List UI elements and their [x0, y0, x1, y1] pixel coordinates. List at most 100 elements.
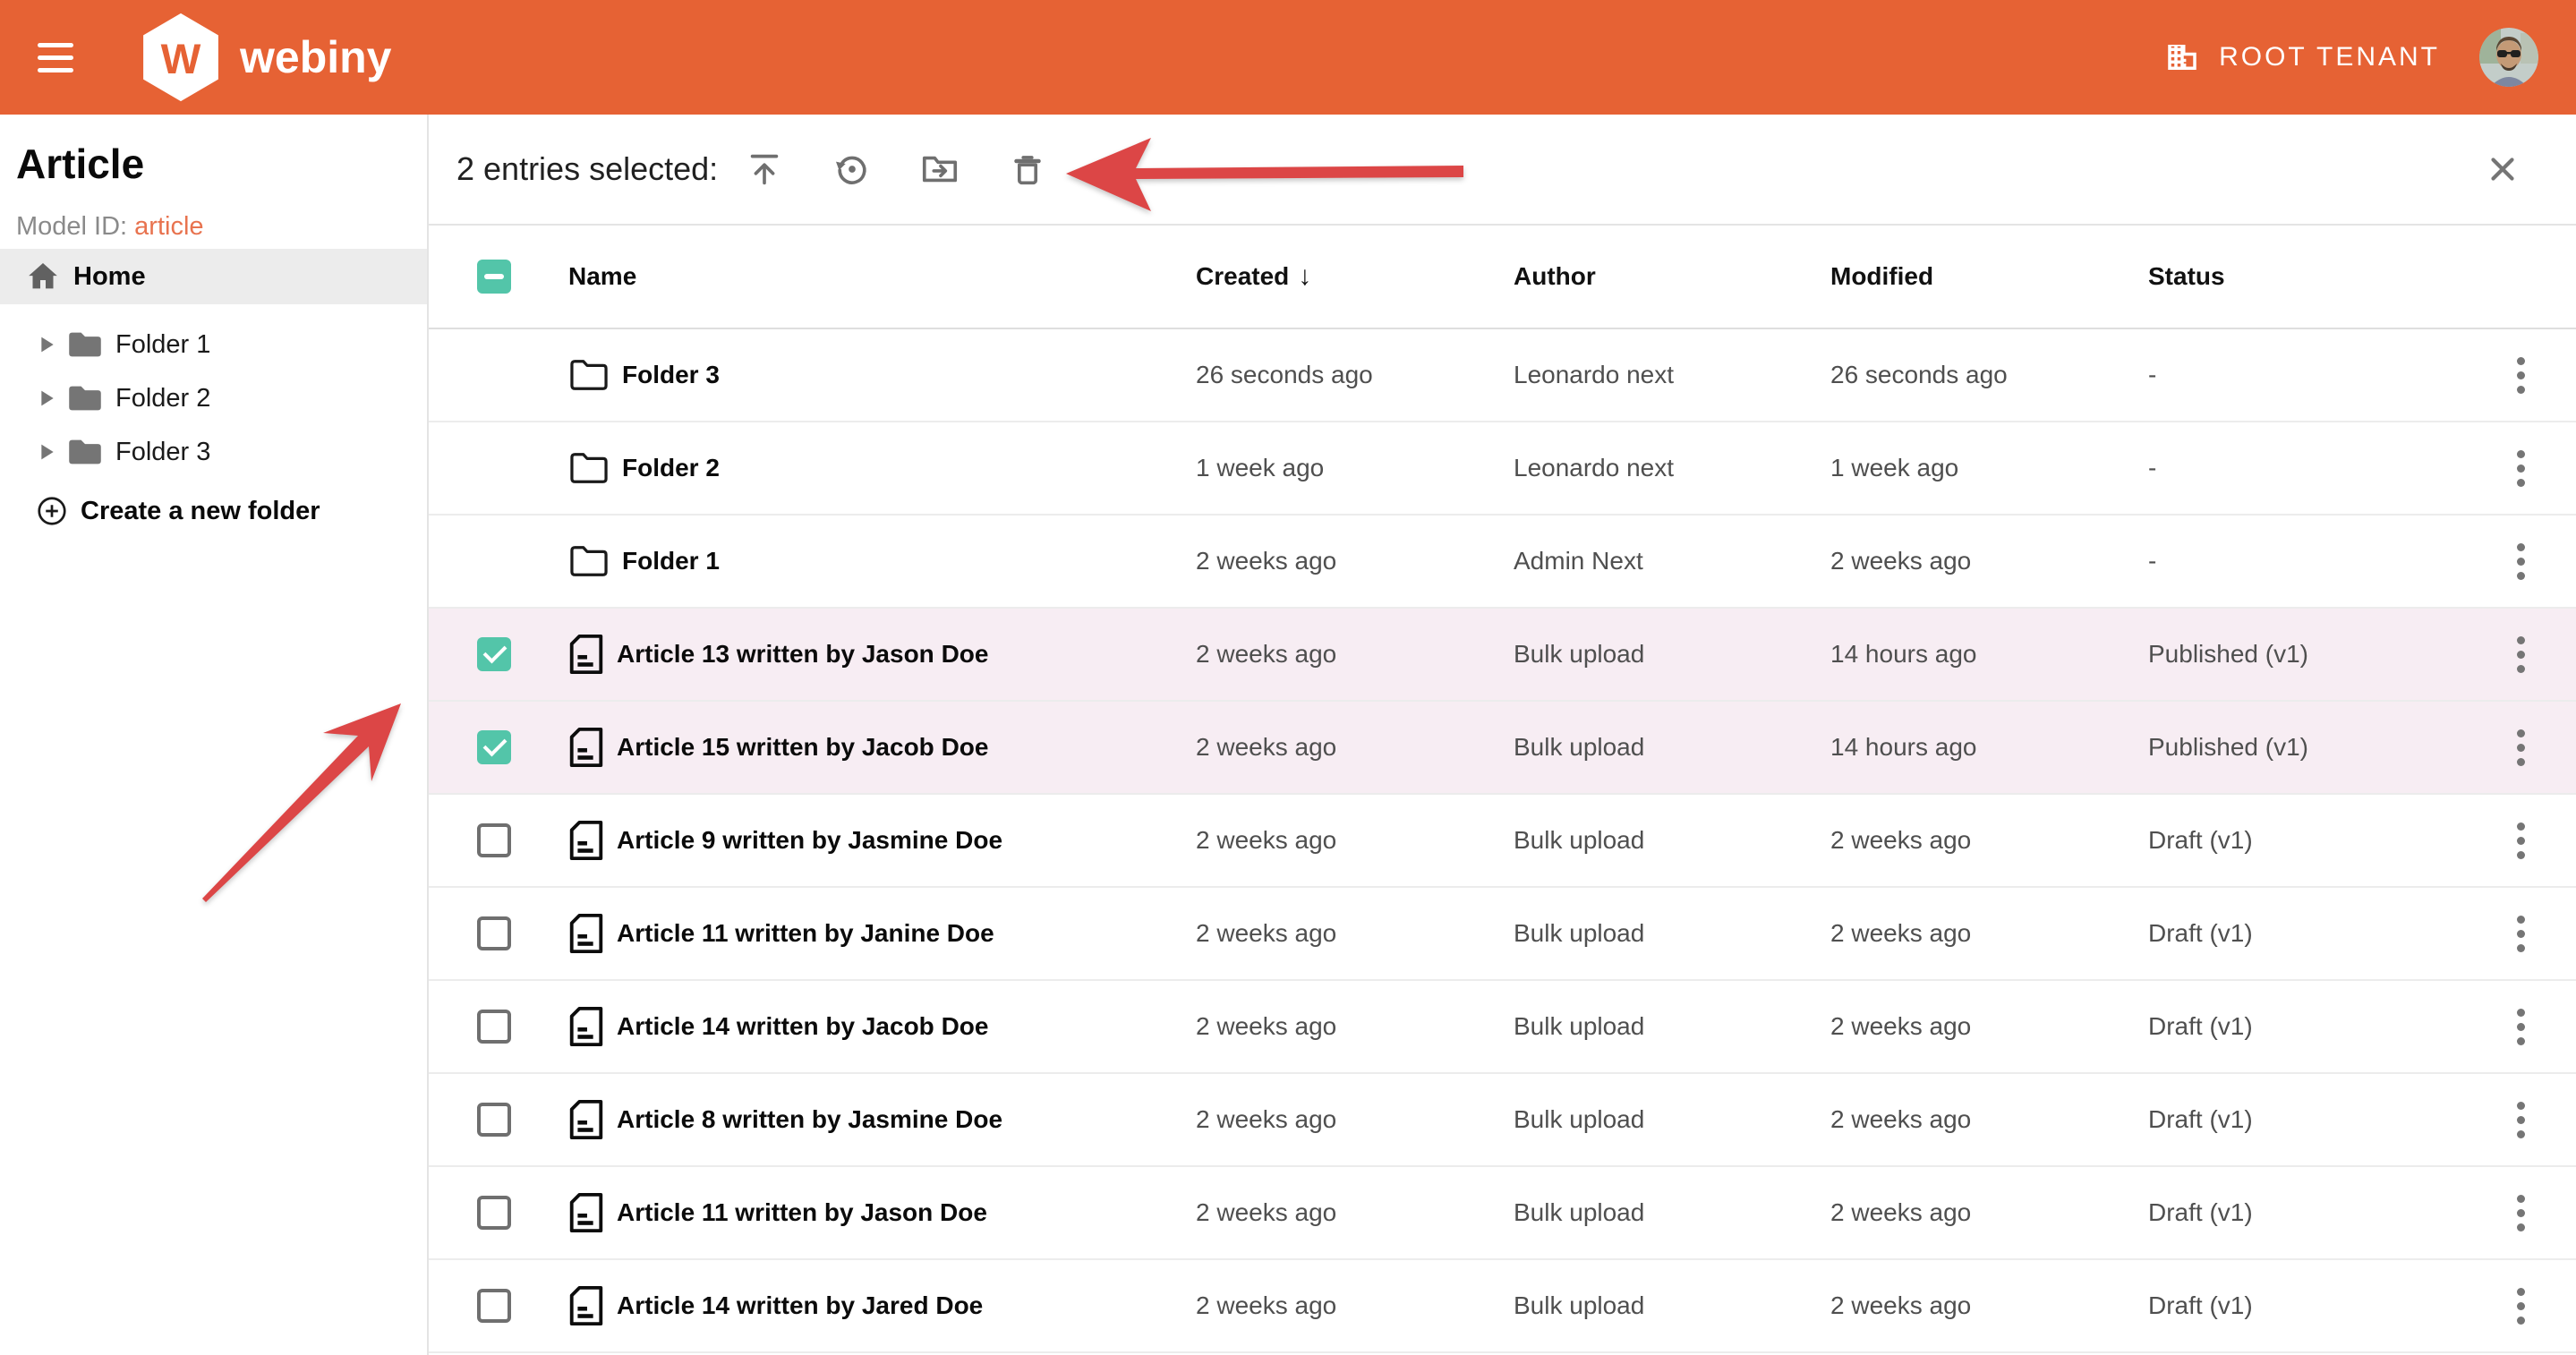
chevron-right-icon[interactable]	[38, 389, 56, 407]
table-row[interactable]: Folder 2 1 week ago Leonardo next 1 week…	[429, 422, 2576, 516]
entry-created: 26 seconds ago	[1196, 361, 1514, 389]
kebab-menu-icon[interactable]	[2510, 1281, 2532, 1332]
table-row[interactable]: Article 9 written by Jasmine Doe 2 weeks…	[429, 795, 2576, 888]
sidebar-folder-item[interactable]: Folder 2	[0, 371, 427, 425]
entry-author: Leonardo next	[1514, 454, 1830, 482]
row-checkbox[interactable]	[477, 1010, 511, 1044]
column-header-modified[interactable]: Modified	[1830, 262, 2148, 291]
document-icon	[568, 1192, 604, 1233]
hamburger-menu-icon[interactable]	[38, 43, 73, 72]
kebab-menu-icon[interactable]	[2510, 443, 2532, 494]
chevron-right-icon[interactable]	[38, 336, 56, 354]
user-avatar[interactable]	[2479, 28, 2538, 87]
sidebar-folder-item[interactable]: Folder 1	[0, 318, 427, 371]
table-row[interactable]: Folder 3 26 seconds ago Leonardo next 26…	[429, 329, 2576, 422]
entry-author: Bulk upload	[1514, 919, 1830, 948]
entry-name: Article 9 written by Jasmine Doe	[617, 826, 1002, 855]
entry-modified: 2 weeks ago	[1830, 1012, 2148, 1041]
model-id-value: article	[134, 212, 203, 241]
plus-circle-icon	[36, 495, 68, 527]
home-label: Home	[73, 262, 146, 292]
row-checkbox[interactable]	[477, 637, 511, 671]
tenant-selector[interactable]: ROOT TENANT	[2163, 38, 2440, 76]
kebab-menu-icon[interactable]	[2510, 908, 2532, 959]
folder-icon	[67, 383, 103, 413]
table-row[interactable]: Article 8 written by Jasmine Doe 2 weeks…	[429, 1074, 2576, 1167]
column-header-created[interactable]: Created↓	[1196, 261, 1514, 292]
selected-count-text: 2 entries selected:	[456, 150, 718, 188]
kebab-menu-icon[interactable]	[2510, 815, 2532, 866]
entry-status: Draft (v1)	[2148, 1012, 2465, 1041]
publish-icon[interactable]	[743, 148, 786, 191]
entry-name: Article 15 written by Jacob Doe	[617, 733, 988, 762]
document-icon	[568, 820, 604, 861]
table-row[interactable]: Article 15 written by Jacob Doe 2 weeks …	[429, 702, 2576, 795]
entry-status: -	[2148, 547, 2465, 575]
select-all-checkbox[interactable]	[477, 260, 511, 294]
app-bar: W webiny ROOT TENANT	[0, 0, 2576, 115]
row-checkbox[interactable]	[477, 730, 511, 764]
sidebar-item-home[interactable]: Home	[0, 249, 427, 304]
entry-name: Folder 1	[622, 547, 720, 575]
folder-label: Folder 3	[115, 438, 210, 467]
entry-modified: 2 weeks ago	[1830, 919, 2148, 948]
entry-modified: 1 week ago	[1830, 454, 2148, 482]
entry-modified: 2 weeks ago	[1830, 1291, 2148, 1320]
entry-created: 2 weeks ago	[1196, 640, 1514, 669]
entry-modified: 2 weeks ago	[1830, 1105, 2148, 1134]
kebab-menu-icon[interactable]	[2510, 1001, 2532, 1052]
entry-created: 2 weeks ago	[1196, 826, 1514, 855]
create-folder-button[interactable]: Create a new folder	[0, 493, 427, 529]
row-checkbox[interactable]	[477, 916, 511, 950]
webiny-logo[interactable]: W webiny	[140, 12, 391, 103]
entry-modified: 14 hours ago	[1830, 640, 2148, 669]
table-row[interactable]: Article 14 written by Jacob Doe 2 weeks …	[429, 981, 2576, 1074]
sidebar-folder-item[interactable]: Folder 3	[0, 425, 427, 479]
kebab-menu-icon[interactable]	[2510, 722, 2532, 773]
entry-name: Folder 2	[622, 454, 720, 482]
column-header-status[interactable]: Status	[2148, 262, 2465, 291]
table-row[interactable]: Article 14 written by Jared Doe 2 weeks …	[429, 1260, 2576, 1353]
trash-icon[interactable]	[1006, 148, 1049, 191]
svg-text:W: W	[161, 36, 201, 83]
table-body: Folder 3 26 seconds ago Leonardo next 26…	[429, 329, 2576, 1353]
entry-author: Bulk upload	[1514, 1012, 1830, 1041]
entry-created: 2 weeks ago	[1196, 1291, 1514, 1320]
close-icon[interactable]	[2481, 148, 2524, 191]
row-checkbox[interactable]	[477, 1289, 511, 1323]
column-header-author[interactable]: Author	[1514, 262, 1830, 291]
kebab-menu-icon[interactable]	[2510, 536, 2532, 587]
entry-modified: 26 seconds ago	[1830, 361, 2148, 389]
move-to-folder-icon[interactable]	[918, 148, 961, 191]
sort-desc-icon: ↓	[1298, 261, 1311, 291]
row-checkbox[interactable]	[477, 823, 511, 857]
create-folder-label: Create a new folder	[81, 497, 320, 526]
entry-author: Bulk upload	[1514, 733, 1830, 762]
document-icon	[568, 727, 604, 768]
restore-icon[interactable]	[831, 148, 874, 191]
kebab-menu-icon[interactable]	[2510, 1188, 2532, 1239]
entry-modified: 14 hours ago	[1830, 733, 2148, 762]
kebab-menu-icon[interactable]	[2510, 1095, 2532, 1146]
table-row[interactable]: Article 11 written by Janine Doe 2 weeks…	[429, 888, 2576, 981]
entry-status: -	[2148, 361, 2465, 389]
entry-status: Draft (v1)	[2148, 1198, 2465, 1227]
kebab-menu-icon[interactable]	[2510, 629, 2532, 680]
table-row[interactable]: Article 13 written by Jason Doe 2 weeks …	[429, 609, 2576, 702]
table-row[interactable]: Folder 1 2 weeks ago Admin Next 2 weeks …	[429, 516, 2576, 609]
table-row[interactable]: Article 11 written by Jason Doe 2 weeks …	[429, 1167, 2576, 1260]
entry-author: Bulk upload	[1514, 826, 1830, 855]
entry-author: Admin Next	[1514, 547, 1830, 575]
webiny-hexagon-icon: W	[140, 12, 222, 103]
kebab-menu-icon[interactable]	[2510, 350, 2532, 401]
folder-label: Folder 1	[115, 330, 210, 360]
avatar-photo	[2479, 28, 2538, 87]
chevron-right-icon[interactable]	[38, 443, 56, 461]
entry-created: 2 weeks ago	[1196, 1012, 1514, 1041]
home-icon	[25, 259, 61, 294]
row-checkbox[interactable]	[477, 1103, 511, 1137]
entry-name: Folder 3	[622, 361, 720, 389]
column-header-name[interactable]: Name	[568, 262, 1196, 291]
row-checkbox[interactable]	[477, 1196, 511, 1230]
folder-label: Folder 2	[115, 384, 210, 413]
